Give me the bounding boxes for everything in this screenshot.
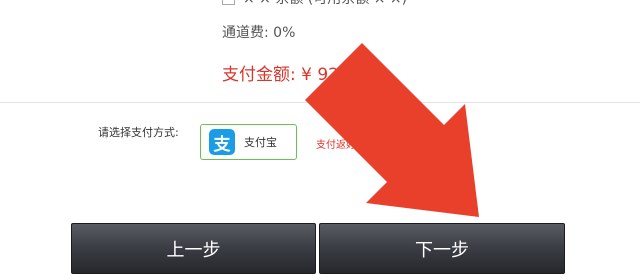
balance-option-row[interactable]: × × 余额 (可用余额 × ×): [222, 0, 407, 8]
payment-method-label: 请选择支付方式:: [98, 126, 179, 139]
balance-checkbox[interactable]: [222, 0, 235, 5]
previous-step-button[interactable]: 上一步: [71, 223, 316, 274]
next-step-button[interactable]: 下一步: [319, 223, 565, 274]
alipay-icon: 支: [209, 129, 235, 155]
promo-text: 支付返好礼, 限量抢: [316, 140, 403, 151]
payment-amount: 支付金额: ¥ 92: [222, 65, 339, 85]
section-divider: [0, 102, 640, 103]
balance-option-label: × × 余额 (可用余额 × ×): [243, 0, 407, 8]
alipay-option[interactable]: 支 支付宝: [200, 124, 297, 160]
channel-fee-text: 通道费: 0%: [222, 25, 296, 41]
alipay-label: 支付宝: [244, 136, 277, 149]
